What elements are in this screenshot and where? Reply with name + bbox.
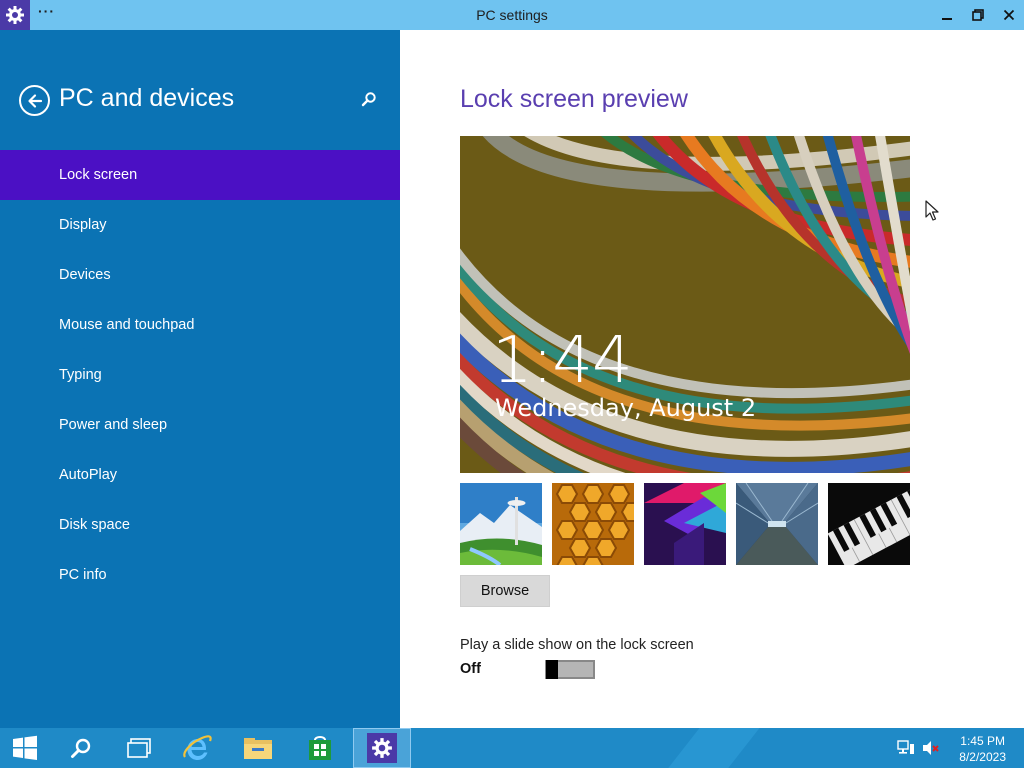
back-button[interactable] xyxy=(19,85,50,116)
nav-item-label: Power and sleep xyxy=(59,417,168,433)
background-thumbnails xyxy=(460,483,910,565)
slideshow-toggle[interactable] xyxy=(545,660,595,679)
nav-item-display[interactable]: Display xyxy=(0,200,400,250)
title-bar: ··· PC settings xyxy=(0,0,1024,30)
volume-tray-button[interactable] xyxy=(920,728,942,768)
section-title: Lock screen preview xyxy=(460,85,688,113)
taskbar-clock[interactable]: 1:45 PM 8/2/2023 xyxy=(959,733,1006,765)
nav-item-label: Disk space xyxy=(59,517,130,533)
restore-button[interactable] xyxy=(963,0,993,30)
store-button[interactable] xyxy=(291,728,349,768)
nav-item-label: Devices xyxy=(59,267,111,283)
task-view-button[interactable] xyxy=(110,728,168,768)
settings-taskbar-button[interactable] xyxy=(353,728,411,768)
back-arrow-icon xyxy=(27,93,42,108)
store-icon xyxy=(309,736,331,760)
thumbnail-space-needle[interactable] xyxy=(460,483,542,565)
nav-item-label: Mouse and touchpad xyxy=(59,317,195,333)
close-button[interactable] xyxy=(994,0,1024,30)
nav-item-label: Display xyxy=(59,217,107,233)
lock-screen-wallpaper xyxy=(460,136,910,473)
taskbar: 1:45 PM 8/2/2023 xyxy=(0,728,1024,768)
nav-item-autoplay[interactable]: AutoPlay xyxy=(0,450,400,500)
nav-item-pc-info[interactable]: PC info xyxy=(0,550,400,600)
network-icon xyxy=(897,740,914,754)
file-explorer-button[interactable] xyxy=(229,728,287,768)
nav-item-mouse-and-touchpad[interactable]: Mouse and touchpad xyxy=(0,300,400,350)
taskbar-search-button[interactable] xyxy=(52,728,110,768)
internet-explorer-button[interactable] xyxy=(168,728,226,768)
nav-item-typing[interactable]: Typing xyxy=(0,350,400,400)
nav-item-label: PC info xyxy=(59,567,107,583)
lock-screen-preview: 1:44 Wednesday, August 2 xyxy=(460,136,910,473)
nav-items: Lock screen Display Devices Mouse and to… xyxy=(0,150,400,600)
mouse-cursor-icon xyxy=(925,200,939,221)
nav-item-disk-space[interactable]: Disk space xyxy=(0,500,400,550)
thumbnail-tunnel[interactable] xyxy=(736,483,818,565)
preview-time: 1:44 xyxy=(492,324,633,398)
file-explorer-icon xyxy=(244,738,272,759)
internet-explorer-icon xyxy=(183,735,212,760)
restore-icon xyxy=(972,9,984,21)
search-icon[interactable] xyxy=(360,90,380,110)
content-pane: Lock screen preview 1:44 Wednesday, Augu… xyxy=(400,30,1024,728)
start-icon xyxy=(13,735,37,760)
nav-item-label: AutoPlay xyxy=(59,467,118,483)
minimize-button[interactable] xyxy=(932,0,962,30)
nav-item-label: Typing xyxy=(59,367,102,383)
slideshow-label: Play a slide show on the lock screen xyxy=(460,637,694,653)
preview-date: Wednesday, August 2 xyxy=(495,394,757,422)
nav-item-power-and-sleep[interactable]: Power and sleep xyxy=(0,400,400,450)
toggle-knob xyxy=(546,660,558,679)
minimize-icon xyxy=(942,18,952,20)
navigation-pane: PC and devices Lock screen Display Devic… xyxy=(0,30,400,728)
thumbnail-honeycomb[interactable] xyxy=(552,483,634,565)
slideshow-state: Off xyxy=(460,661,481,677)
thumbnail-colorful-geometric[interactable] xyxy=(644,483,726,565)
thumbnail-piano[interactable] xyxy=(828,483,910,565)
clock-time: 1:45 PM xyxy=(960,734,1005,748)
volume-muted-icon xyxy=(923,741,939,755)
browse-button[interactable]: Browse xyxy=(460,575,550,607)
taskbar-decoration xyxy=(644,728,776,768)
nav-item-label: Lock screen xyxy=(59,167,138,183)
clock-date: 8/2/2023 xyxy=(959,750,1006,764)
window-title: PC settings xyxy=(476,7,548,23)
nav-item-lock-screen[interactable]: Lock screen xyxy=(0,150,400,200)
nav-item-devices[interactable]: Devices xyxy=(0,250,400,300)
start-button[interactable] xyxy=(0,728,50,768)
settings-icon xyxy=(367,733,397,763)
network-tray-button[interactable] xyxy=(895,728,917,768)
task-view-icon xyxy=(127,738,151,758)
search-icon xyxy=(71,738,91,758)
close-icon xyxy=(1003,9,1015,21)
nav-heading: PC and devices xyxy=(59,84,235,112)
